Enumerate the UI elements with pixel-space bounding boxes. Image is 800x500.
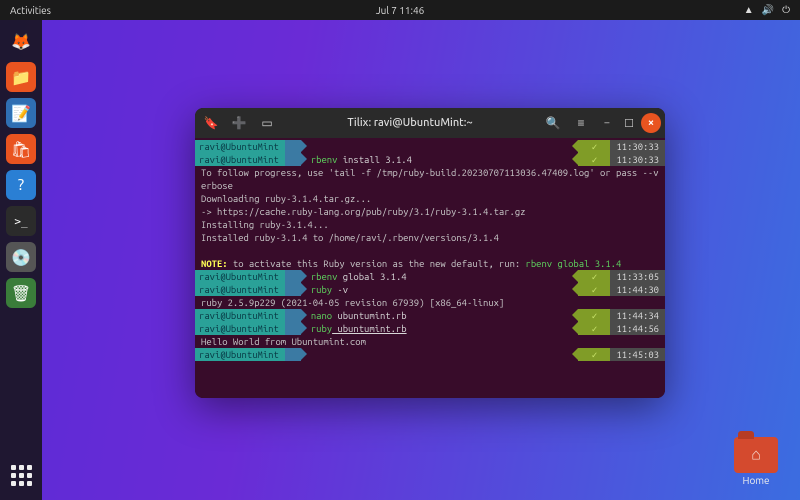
prompt-right-segment: ✓11:30:33	[578, 153, 665, 166]
status-ok-icon: ✓	[578, 348, 610, 361]
prompt-right-segment: ✓11:45:03	[578, 348, 665, 361]
activities-button[interactable]: Activities	[0, 5, 61, 16]
prompt-path-segment	[285, 348, 301, 361]
terminal-output-line: ruby 2.5.9p229 (2021-04-05 revision 6793…	[195, 296, 665, 309]
network-icon: ▲	[744, 4, 754, 16]
prompt-user-segment: ravi@UbuntuMint	[195, 270, 285, 283]
save-session-icon[interactable]: 🔖	[199, 111, 223, 135]
dock-firefox[interactable]: 🦊	[6, 26, 36, 56]
prompt-line: ravi@UbuntuMint ruby -v✓11:44:30	[195, 283, 665, 296]
prompt-line: ravi@UbuntuMint ruby ubuntumint.rb✓11:44:…	[195, 322, 665, 335]
desktop-home-folder[interactable]: ⌂ Home	[728, 437, 784, 486]
terminal-output-line: Installed ruby-3.1.4 to /home/ravi/.rben…	[195, 231, 665, 244]
prompt-command: rbenv install 3.1.4	[301, 153, 579, 166]
prompt-right-segment: ✓11:33:05	[578, 270, 665, 283]
system-status-area[interactable]: ▲ 🔊 ⏻	[744, 4, 800, 16]
window-title: Tilix: ravi@UbuntuMint:~	[283, 117, 537, 129]
status-ok-icon: ✓	[578, 140, 610, 153]
volume-icon: 🔊	[762, 4, 774, 16]
prompt-path-segment	[285, 140, 301, 153]
status-ok-icon: ✓	[578, 309, 610, 322]
prompt-user-segment: ravi@UbuntuMint	[195, 309, 285, 322]
minimize-button[interactable]: −	[597, 113, 617, 133]
prompt-path-segment	[285, 270, 301, 283]
terminal-window: 🔖 ➕ ▭ Tilix: ravi@UbuntuMint:~ 🔍 ≡ − ☐ ×…	[195, 108, 665, 398]
terminal-output-line: Hello World from Ubuntumint.com	[195, 335, 665, 348]
dock-trash[interactable]: 🗑	[6, 278, 36, 308]
status-ok-icon: ✓	[578, 283, 610, 296]
terminal-titlebar[interactable]: 🔖 ➕ ▭ Tilix: ravi@UbuntuMint:~ 🔍 ≡ − ☐ ×	[195, 108, 665, 138]
terminal-output-line: Installing ruby-3.1.4...	[195, 218, 665, 231]
prompt-command: ruby -v	[301, 283, 579, 296]
prompt-right-segment: ✓11:44:30	[578, 283, 665, 296]
prompt-user-segment: ravi@UbuntuMint	[195, 322, 285, 335]
prompt-command: nano ubuntumint.rb	[301, 309, 579, 322]
close-button[interactable]: ×	[641, 113, 661, 133]
maximize-button[interactable]: ☐	[619, 113, 639, 133]
prompt-path-segment	[285, 309, 301, 322]
dock-help[interactable]: ?	[6, 170, 36, 200]
prompt-line: ravi@UbuntuMint rbenv install 3.1.4✓11:30…	[195, 153, 665, 166]
prompt-line: ravi@UbuntuMint ✓11:30:33	[195, 140, 665, 153]
prompt-time: 11:33:05	[610, 270, 665, 283]
prompt-time: 11:44:34	[610, 309, 665, 322]
prompt-right-segment: ✓11:44:34	[578, 309, 665, 322]
dock-terminal[interactable]: >_	[6, 206, 36, 236]
prompt-time: 11:44:56	[610, 322, 665, 335]
show-applications-icon[interactable]	[6, 460, 36, 490]
dock-disk[interactable]: 💿	[6, 242, 36, 272]
terminal-body[interactable]: ravi@UbuntuMint✓11:30:33ravi@UbuntuMintr…	[195, 138, 665, 398]
power-icon: ⏻	[782, 4, 790, 16]
folder-icon: ⌂	[734, 437, 778, 473]
prompt-user-segment: ravi@UbuntuMint	[195, 348, 285, 361]
terminal-output-line: To follow progress, use 'tail -f /tmp/ru…	[195, 166, 665, 192]
dock: 🦊 📁 📝 🛍? >_ 💿 🗑	[0, 20, 42, 500]
dock-software[interactable]: 🛍	[6, 134, 36, 164]
prompt-command	[301, 348, 579, 361]
prompt-command: ruby ubuntumint.rb	[301, 322, 579, 335]
status-ok-icon: ✓	[578, 153, 610, 166]
house-icon: ⌂	[751, 446, 761, 465]
prompt-path-segment	[285, 283, 301, 296]
prompt-user-segment: ravi@UbuntuMint	[195, 153, 285, 166]
new-terminal-icon[interactable]: ➕	[227, 111, 251, 135]
prompt-line: ravi@UbuntuMint ✓11:45:03	[195, 348, 665, 361]
prompt-command: rbenv global 3.1.4	[301, 270, 579, 283]
prompt-path-segment	[285, 322, 301, 335]
clock[interactable]: Jul 7 11:46	[376, 5, 425, 16]
prompt-right-segment: ✓11:44:56	[578, 322, 665, 335]
hamburger-menu-icon[interactable]: ≡	[569, 111, 593, 135]
prompt-command	[301, 140, 579, 153]
prompt-time: 11:30:33	[610, 153, 665, 166]
prompt-line: ravi@UbuntuMint rbenv global 3.1.4✓11:33:…	[195, 270, 665, 283]
split-terminal-icon[interactable]: ▭	[255, 111, 279, 135]
desktop-home-label: Home	[728, 475, 784, 486]
search-icon[interactable]: 🔍	[541, 111, 565, 135]
prompt-time: 11:30:33	[610, 140, 665, 153]
prompt-time: 11:45:03	[610, 348, 665, 361]
prompt-path-segment	[285, 153, 301, 166]
prompt-user-segment: ravi@UbuntuMint	[195, 283, 285, 296]
terminal-note-line: NOTE: to activate this Ruby version as t…	[195, 257, 665, 270]
prompt-right-segment: ✓11:30:33	[578, 140, 665, 153]
terminal-blank-line	[195, 244, 665, 257]
top-bar: Activities Jul 7 11:46 ▲ 🔊 ⏻	[0, 0, 800, 20]
dock-text-editor[interactable]: 📝	[6, 98, 36, 128]
prompt-time: 11:44:30	[610, 283, 665, 296]
dock-files[interactable]: 📁	[6, 62, 36, 92]
terminal-output-line: -> https://cache.ruby-lang.org/pub/ruby/…	[195, 205, 665, 218]
prompt-user-segment: ravi@UbuntuMint	[195, 140, 285, 153]
prompt-line: ravi@UbuntuMint nano ubuntumint.rb✓11:44:…	[195, 309, 665, 322]
terminal-output-line: Downloading ruby-3.1.4.tar.gz...	[195, 192, 665, 205]
status-ok-icon: ✓	[578, 322, 610, 335]
status-ok-icon: ✓	[578, 270, 610, 283]
